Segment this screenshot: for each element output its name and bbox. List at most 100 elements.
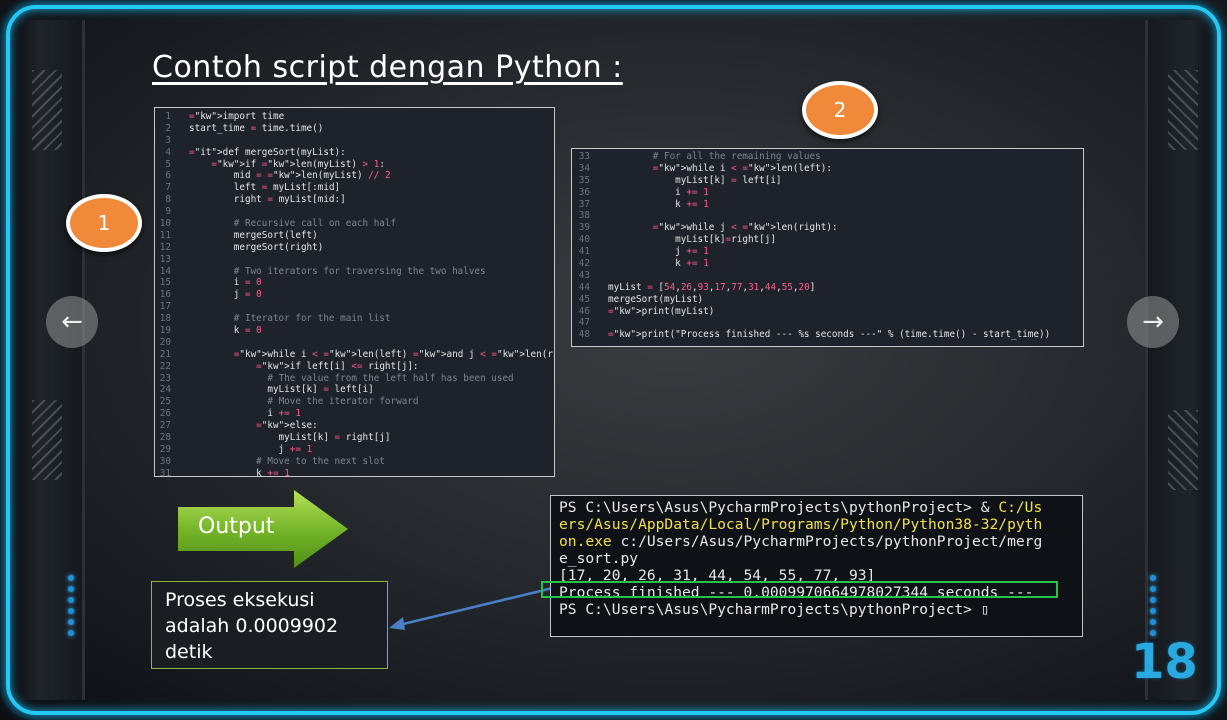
line-number: 27 bbox=[159, 420, 171, 432]
badge-2: 2 bbox=[802, 81, 878, 139]
code-text: ="kw">print(myList) bbox=[608, 305, 715, 317]
page-number: 18 bbox=[1131, 634, 1198, 690]
code-text: ="it">def mergeSort(myList): bbox=[189, 146, 346, 158]
code-text: ="kw">import time bbox=[189, 111, 285, 122]
code-line: 16 j = 0 bbox=[155, 289, 554, 301]
code-text: start_time = time.time() bbox=[189, 122, 324, 134]
terminal-prompt: PS C:\Users\Asus\PycharmProjects\pythonP… bbox=[559, 499, 999, 516]
line-number: 6 bbox=[165, 170, 171, 182]
code-text: # Move to the next slot bbox=[256, 455, 385, 467]
line-number: 4 bbox=[165, 146, 171, 158]
code-line: 34 ="kw">while i < ="kw">len(left): bbox=[572, 163, 1083, 175]
code-line: 37 k += 1 bbox=[572, 199, 1083, 211]
code-text: mergeSort(right) bbox=[189, 241, 324, 253]
terminal-output: PS C:\Users\Asus\PycharmProjects\pythonP… bbox=[550, 495, 1083, 637]
code-line: 38 bbox=[572, 210, 1083, 222]
code-line: 19 k = 0 bbox=[155, 325, 554, 337]
slide-title: Contoh script dengan Python : bbox=[152, 50, 623, 85]
code-line: 30 # Move to the next slot bbox=[155, 456, 554, 468]
code-line: 33 # For all the remaining values bbox=[572, 151, 1083, 163]
line-number: 47 bbox=[578, 317, 590, 329]
code-line: 26 i += 1 bbox=[155, 408, 554, 420]
code-line: 12 mergeSort(right) bbox=[155, 242, 554, 254]
terminal-prompt: PS C:\Users\Asus\PycharmProjects\pythonP… bbox=[559, 601, 981, 618]
next-slide-button[interactable]: → bbox=[1127, 296, 1179, 348]
code-line: 3 bbox=[155, 135, 554, 147]
line-number: 39 bbox=[578, 222, 590, 234]
code-text: # Recursive call on each half bbox=[233, 218, 397, 230]
line-number: 21 bbox=[159, 348, 171, 360]
line-number: 2 bbox=[165, 122, 171, 134]
code-line: 6 mid = ="kw">len(myList) // 2 bbox=[155, 170, 554, 182]
code-text: ="kw">while i < ="kw">len(left) ="kw">an… bbox=[233, 348, 554, 360]
slide: Contoh script dengan Python : 1 2 ← → 1 =… bbox=[0, 0, 1227, 720]
code-line: 20 bbox=[155, 337, 554, 349]
code-line: 27 ="kw">else: bbox=[155, 420, 554, 432]
code-text: right = myList[mid:] bbox=[189, 194, 346, 206]
code-line: 17 bbox=[155, 301, 554, 313]
code-line: 48 ="kw">print("Process finished --- %s s… bbox=[572, 329, 1083, 341]
line-number: 44 bbox=[578, 281, 590, 293]
code-text: # Iterator for the main list bbox=[233, 313, 391, 325]
code-text: i += 1 bbox=[608, 186, 709, 198]
code-line: 24 myList[k] = left[i] bbox=[155, 384, 554, 396]
code-line: 11 mergeSort(left) bbox=[155, 230, 554, 242]
line-number: 19 bbox=[159, 325, 171, 337]
code-text: i = 0 bbox=[189, 277, 262, 289]
line-number: 35 bbox=[578, 174, 590, 186]
line-number: 23 bbox=[159, 372, 171, 384]
code-text: k += 1 bbox=[189, 467, 290, 477]
code-line: 21 ="kw">while i < ="kw">len(left) ="kw"… bbox=[155, 349, 554, 361]
line-number: 26 bbox=[159, 408, 171, 420]
code-line: 25 # Move the iterator forward bbox=[155, 396, 554, 408]
line-number: 36 bbox=[578, 186, 590, 198]
code-text: ="kw">while j < ="kw">len(right): bbox=[652, 222, 838, 234]
code-panel-left: 1 ="kw">import time 2 start_time = time.tim… bbox=[154, 107, 555, 477]
code-line: 7 left = myList[:mid] bbox=[155, 182, 554, 194]
line-number: 38 bbox=[578, 210, 590, 222]
code-text: ="kw">while i < ="kw">len(left): bbox=[652, 162, 832, 174]
code-line: 23 # The value from the left half has be… bbox=[155, 373, 554, 385]
code-text: j = 0 bbox=[189, 289, 262, 301]
line-number: 28 bbox=[159, 432, 171, 444]
code-line: 1 ="kw">import time bbox=[155, 111, 554, 123]
code-text: myList[k] = left[i] bbox=[189, 384, 374, 396]
line-number: 40 bbox=[578, 234, 590, 246]
terminal-path: C:/Us bbox=[998, 499, 1043, 516]
line-number: 7 bbox=[165, 182, 171, 194]
note-line: Proses eksekusi bbox=[165, 589, 315, 611]
code-line: 28 myList[k] = right[j] bbox=[155, 432, 554, 444]
code-line: 42 k += 1 bbox=[572, 258, 1083, 270]
execution-note: Proses eksekusi adalah 0.0009902 detik bbox=[151, 581, 388, 669]
line-number: 46 bbox=[578, 305, 590, 317]
code-text: ="kw">if left[i] <= right[j]: bbox=[256, 360, 419, 372]
line-number: 3 bbox=[165, 134, 171, 146]
line-number: 22 bbox=[159, 360, 171, 372]
badge-1: 1 bbox=[66, 194, 142, 252]
note-line: adalah 0.0009902 bbox=[165, 615, 339, 637]
code-line: 8 right = myList[mid:] bbox=[155, 194, 554, 206]
line-number: 11 bbox=[159, 229, 171, 241]
line-number: 48 bbox=[578, 329, 590, 341]
code-line: 39 ="kw">while j < ="kw">len(right): bbox=[572, 222, 1083, 234]
code-line: 18 # Iterator for the main list bbox=[155, 313, 554, 325]
line-number: 45 bbox=[578, 293, 590, 305]
terminal-line: e_sort.py bbox=[559, 550, 639, 567]
code-text: # Two iterators for traversing the two h… bbox=[233, 265, 486, 277]
code-text: # For all the remaining values bbox=[652, 151, 821, 162]
line-number: 34 bbox=[578, 162, 590, 174]
prev-slide-button[interactable]: ← bbox=[46, 296, 98, 348]
line-number: 43 bbox=[578, 269, 590, 281]
code-line: 10 # Recursive call on each half bbox=[155, 218, 554, 230]
code-line: 41 j += 1 bbox=[572, 246, 1083, 258]
code-line: 31 k += 1 bbox=[155, 467, 554, 477]
code-line: 4 ="it">def mergeSort(myList): bbox=[155, 147, 554, 159]
note-line: detik bbox=[165, 641, 213, 663]
code-text: j += 1 bbox=[189, 443, 313, 455]
code-line: 22 ="kw">if left[i] <= right[j]: bbox=[155, 361, 554, 373]
line-number: 10 bbox=[159, 218, 171, 230]
